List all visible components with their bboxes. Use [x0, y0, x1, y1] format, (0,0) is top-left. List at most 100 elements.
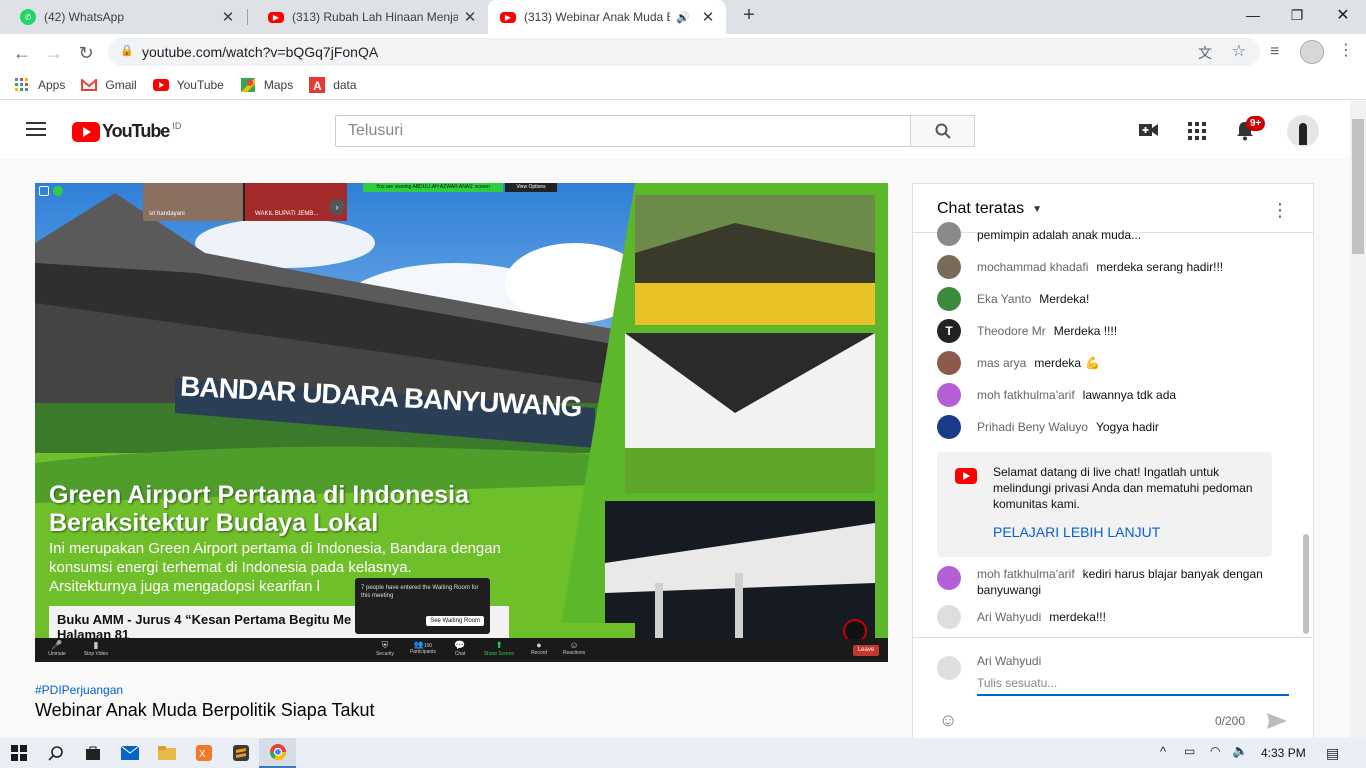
chat-button[interactable]: 💬 Chat — [449, 640, 471, 657]
message-text: Merdeka! — [1039, 292, 1090, 306]
tray-chevron-icon[interactable]: ^ — [1160, 744, 1166, 759]
tab-whatsapp[interactable]: ✆ (42) WhatsApp ✕ — [0, 0, 246, 34]
reactions-button[interactable]: ☺ Reactions — [559, 640, 589, 656]
char-count: 0/200 — [1215, 714, 1246, 728]
flexed-arm-emoji-icon: 💪 — [1085, 356, 1100, 370]
avatar[interactable] — [937, 605, 961, 629]
leave-button[interactable]: Leave — [853, 645, 879, 656]
translate-icon[interactable]: 文 — [1198, 43, 1212, 63]
video-hashtag[interactable]: #PDIPerjuangan — [35, 683, 123, 697]
action-center-icon[interactable]: ▤ — [1326, 745, 1339, 762]
search-icon[interactable] — [37, 738, 74, 768]
participants-button[interactable]: 👥100 Participants — [407, 640, 439, 655]
forward-button[interactable]: → — [40, 39, 68, 67]
learn-more-link[interactable]: PELAJARI LEBIH LANJUT — [993, 524, 1160, 540]
message-text: Yogya hadir — [1095, 420, 1159, 434]
chat-mode-dropdown[interactable]: Chat teratas ▼ — [937, 200, 1042, 218]
chat-message: Eka Yanto Merdeka! — [937, 287, 1287, 311]
new-tab-button[interactable]: + — [738, 4, 760, 30]
clock[interactable]: 4:33 PM — [1261, 746, 1306, 760]
page-scrollbar[interactable] — [1350, 101, 1366, 738]
avatar[interactable] — [937, 255, 961, 279]
message-author[interactable]: Prihadi Beny Waluyo — [977, 420, 1088, 434]
speaker-icon[interactable]: 🔊 — [676, 11, 690, 24]
gmail-icon — [81, 77, 98, 93]
tab-youtube-rubah[interactable]: ▶ (313) Rubah Lah Hinaan Menjadi ✕ — [248, 0, 488, 34]
battery-icon[interactable]: ▭ — [1184, 744, 1195, 758]
message-author[interactable]: moh fatkhulma'arif — [977, 567, 1075, 581]
account-avatar[interactable] — [1287, 115, 1319, 147]
close-window-button[interactable]: ✕ — [1320, 0, 1366, 30]
youtube-logo[interactable]: YouTube ID — [72, 121, 181, 142]
sublime-icon[interactable] — [222, 738, 259, 768]
lock-icon: 🔒 — [120, 45, 134, 57]
search-button[interactable] — [910, 115, 975, 147]
bookmark-maps[interactable]: Maps — [240, 77, 293, 93]
close-icon[interactable]: ✕ — [216, 8, 240, 26]
bookmark-apps[interactable]: Apps — [14, 77, 65, 93]
hamburger-menu-icon[interactable] — [26, 122, 46, 136]
send-icon[interactable] — [1266, 712, 1288, 730]
emoji-icon[interactable]: ☺ — [939, 710, 957, 731]
media-control-icon[interactable]: ≡ — [1270, 43, 1279, 61]
security-button[interactable]: ⛨ Security — [371, 640, 399, 657]
avatar[interactable] — [937, 566, 961, 590]
xampp-icon[interactable]: X — [185, 738, 222, 768]
share-screen-button[interactable]: ⬆ Share Screen — [481, 640, 517, 657]
wifi-icon[interactable]: ◠ — [1210, 744, 1220, 758]
avatar[interactable]: T — [937, 319, 961, 343]
record-button[interactable]: ● Record — [527, 640, 551, 656]
unmute-button[interactable]: 🎤 Unmute — [45, 640, 69, 657]
back-button[interactable]: ← — [8, 39, 36, 67]
view-options-button[interactable]: View Options — [505, 183, 557, 192]
volume-icon[interactable]: 🔈 — [1232, 743, 1248, 759]
see-waiting-room-button[interactable]: See Waiting Room — [426, 616, 484, 626]
chat-message: mas arya merdeka 💪 — [937, 351, 1287, 375]
message-author[interactable]: mochammad khadafi — [977, 260, 1088, 274]
avatar[interactable] — [937, 415, 961, 439]
reload-button[interactable]: ↻ — [72, 39, 100, 67]
chrome-taskbar-icon[interactable] — [259, 738, 296, 768]
avatar[interactable] — [937, 383, 961, 407]
tab-youtube-webinar[interactable]: ▶ (313) Webinar Anak Muda Be 🔊 ✕ — [488, 0, 726, 34]
apps-icon[interactable] — [1188, 122, 1206, 145]
message-author[interactable]: moh fatkhulma'arif — [977, 388, 1075, 402]
next-participants-icon[interactable]: › — [329, 199, 345, 215]
search-input[interactable]: Telusuri — [335, 115, 911, 147]
info-icon[interactable] — [39, 186, 49, 196]
scrollbar-thumb[interactable] — [1352, 119, 1364, 254]
minimize-button[interactable]: — — [1230, 0, 1276, 30]
avatar[interactable] — [937, 351, 961, 375]
omnibox[interactable]: 🔒 youtube.com/watch?v=bQGq7jFonQA 文 ☆ — [108, 38, 1260, 66]
avatar[interactable] — [937, 222, 961, 246]
mail-icon[interactable] — [111, 738, 148, 768]
menu-dots-icon[interactable]: ⋮ — [1338, 40, 1354, 60]
start-button[interactable] — [0, 738, 37, 768]
chat-scrollbar[interactable] — [1303, 534, 1309, 634]
bookmark-data[interactable]: A data — [309, 76, 357, 93]
slide-body-line1: Ini merupakan Green Airport pertama di I… — [49, 540, 501, 557]
star-icon[interactable]: ☆ — [1232, 41, 1246, 61]
store-icon[interactable] — [74, 738, 111, 768]
create-video-icon[interactable] — [1139, 122, 1159, 143]
bookmark-youtube[interactable]: YouTube — [152, 77, 224, 93]
close-icon[interactable]: ✕ — [458, 8, 482, 26]
more-options-icon[interactable]: ⋮ — [1271, 200, 1289, 221]
avatar[interactable] — [937, 287, 961, 311]
video-player[interactable]: BANDAR UDARA BANYUWANG Green Airport Per… — [35, 183, 888, 662]
restore-button[interactable]: ❐ — [1274, 0, 1320, 30]
chat-message-input[interactable]: Tulis sesuatu... — [977, 674, 1289, 696]
shield-icon[interactable] — [53, 186, 63, 196]
close-icon[interactable]: ✕ — [696, 8, 720, 26]
message-author[interactable]: Theodore Mr — [977, 324, 1046, 338]
file-explorer-icon[interactable] — [148, 738, 185, 768]
zoom-participant-strip: sri handayani WAKIL BUPATI JEMB... › — [143, 183, 347, 221]
message-author[interactable]: Ari Wahyudi — [977, 610, 1041, 624]
video-title: Webinar Anak Muda Berpolitik Siapa Takut — [35, 700, 375, 720]
bookmark-gmail[interactable]: Gmail — [81, 77, 137, 93]
message-author[interactable]: mas arya — [977, 356, 1026, 370]
profile-avatar[interactable] — [1300, 40, 1324, 64]
stop-video-button[interactable]: ▮ Stop Video — [81, 640, 111, 657]
message-author[interactable]: Eka Yanto — [977, 292, 1031, 306]
slide-title-line1: Green Airport Pertama di Indonesia — [49, 481, 470, 509]
